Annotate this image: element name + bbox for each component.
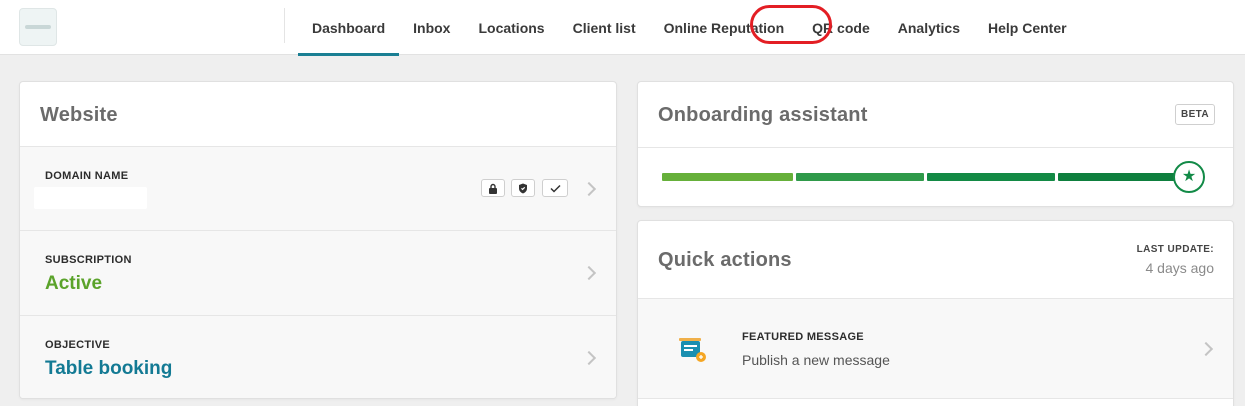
nav-tab-analytics[interactable]: Analytics [884,0,974,55]
quick-actions-card: Quick actions LAST UPDATE: 4 days ago FE… [637,220,1234,406]
last-update-value: 4 days ago [1145,260,1215,276]
objective-chevron-icon [581,350,597,366]
progress-segment-3 [927,173,1055,181]
subscription-label: SUBSCRIPTION [45,254,132,266]
nav-tab-help-center[interactable]: Help Center [974,0,1081,55]
star-icon[interactable]: ★ [1173,161,1205,193]
logo-mark [25,25,51,29]
last-update-label: LAST UPDATE: [1136,244,1214,255]
domain-chevron-icon [581,181,597,197]
featured-message-description: Publish a new message [742,352,890,368]
shield-icon[interactable] [511,179,535,197]
nav-divider [284,8,285,43]
domain-name-row[interactable]: DOMAIN NAME [20,146,616,230]
nav-tab-inbox[interactable]: Inbox [399,0,464,55]
progress-segment-2 [796,173,924,181]
domain-name-value [34,187,147,209]
featured-message-chevron-icon [1198,341,1214,357]
quick-actions-title: Quick actions [658,249,792,271]
featured-message-action[interactable]: FEATURED MESSAGE Publish a new message [638,298,1233,399]
nav-tab-online-reputation[interactable]: Online Reputation [650,0,799,55]
main-nav: Dashboard Inbox Locations Client list On… [298,0,1081,56]
progress-segment-1 [662,173,793,181]
nav-tab-client-list[interactable]: Client list [559,0,650,55]
nav-tab-dashboard[interactable]: Dashboard [298,0,400,56]
onboarding-divider [638,147,1233,148]
objective-label: OBJECTIVE [45,339,111,351]
brand-logo[interactable] [19,8,57,46]
onboarding-title: Onboarding assistant [658,104,868,126]
onboarding-assistant-card: Onboarding assistant BETA ★ [637,81,1234,207]
featured-message-icon [678,336,708,366]
nav-tab-qr-code[interactable]: QR code [798,0,884,55]
check-icon[interactable] [542,179,568,197]
subscription-chevron-icon [581,265,597,281]
lock-icon[interactable] [481,179,505,197]
subscription-row[interactable]: SUBSCRIPTION Active [20,230,616,315]
website-card-title: Website [40,104,118,126]
website-card: Website DOMAIN NAME SUBSCRIPTION Active … [19,81,617,399]
nav-tab-locations[interactable]: Locations [464,0,558,55]
objective-value: Table booking [45,358,173,379]
featured-message-label: FEATURED MESSAGE [742,331,864,343]
objective-row[interactable]: OBJECTIVE Table booking [20,315,616,398]
domain-name-label: DOMAIN NAME [45,170,129,182]
beta-badge: BETA [1175,104,1215,125]
subscription-status: Active [45,273,103,294]
progress-segment-4 [1058,173,1175,181]
top-navigation-bar: Dashboard Inbox Locations Client list On… [0,0,1245,56]
